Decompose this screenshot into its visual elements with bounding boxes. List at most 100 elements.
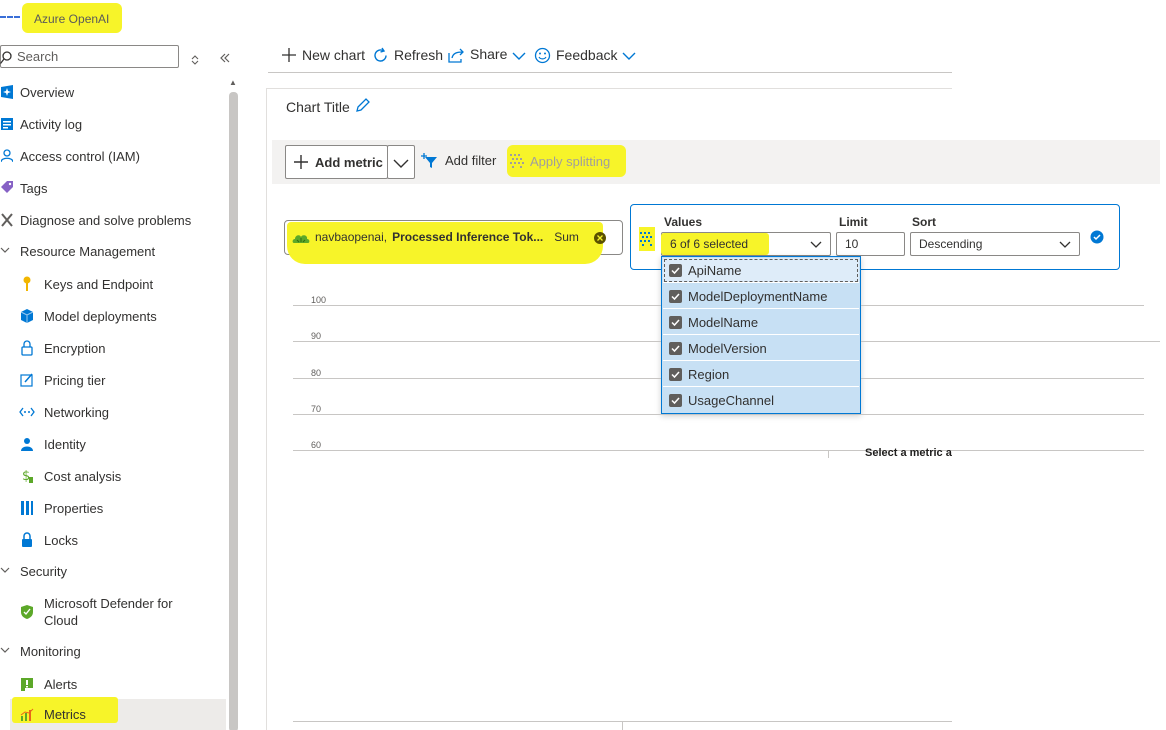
properties-icon [18, 499, 36, 517]
chevron-down-icon [1059, 237, 1071, 251]
sidebar-item-diagnose[interactable]: Diagnose and solve problems [0, 205, 191, 235]
dropdown-option[interactable]: ApiName [663, 258, 859, 283]
splitting-icon [509, 153, 525, 170]
sidebar-item-overview[interactable]: Overview [0, 77, 74, 107]
breadcrumb-dash [0, 16, 20, 18]
sidebar-item-properties[interactable]: Properties [18, 493, 103, 523]
chevron-down-icon [622, 47, 636, 63]
dropdown-option[interactable]: ModelName [663, 310, 859, 335]
sidebar-item-label: Encryption [44, 340, 106, 356]
sidebar-item-activity-log[interactable]: Activity log [0, 109, 82, 139]
alert-icon [18, 675, 36, 693]
add-metric-dropdown[interactable] [387, 145, 415, 179]
search-icon [0, 49, 12, 65]
scroll-up-icon[interactable]: ▲ [229, 78, 237, 87]
sidebar-item-label: Diagnose and solve problems [20, 212, 192, 228]
share-button[interactable]: Share [448, 46, 526, 63]
sidebar-item-encryption[interactable]: Encryption [18, 333, 105, 363]
sidebar-item-label: Identity [44, 436, 86, 452]
collapse-sidebar-icon[interactable] [219, 49, 231, 64]
y-tick-label: 100 [311, 295, 327, 305]
edit-square-icon [18, 371, 36, 389]
sidebar-group-resource-management[interactable]: Resource Management [0, 236, 155, 266]
add-filter-button[interactable]: Add filter [421, 152, 496, 169]
checkbox-checked-icon[interactable] [669, 263, 682, 277]
overview-icon [0, 83, 14, 101]
chevron-down-icon [0, 245, 14, 257]
checkbox-checked-icon[interactable] [669, 394, 682, 407]
sidebar-group-monitoring[interactable]: Monitoring [0, 636, 81, 666]
cube-icon [18, 307, 36, 325]
add-metric-label: Add metric [315, 154, 383, 170]
feedback-button[interactable]: Feedback [534, 46, 636, 64]
filter-icon [421, 152, 439, 169]
checkbox-checked-icon[interactable] [669, 367, 682, 381]
search-input[interactable]: Search [0, 45, 179, 68]
apply-check-icon[interactable] [1090, 228, 1104, 244]
metrics-icon [18, 706, 36, 724]
sidebar-item-cost-analysis[interactable]: $ Cost analysis [18, 461, 121, 491]
sidebar-scrollbar[interactable] [229, 92, 238, 730]
sort-value: Descending [919, 237, 983, 251]
sidebar-item-identity[interactable]: Identity [18, 429, 86, 459]
remove-metric-icon[interactable] [593, 230, 606, 245]
sidebar-item-model-deployments[interactable]: Model deployments [18, 301, 157, 331]
dropdown-option[interactable]: UsageChannel [663, 388, 859, 413]
sidebar-group-label: Monitoring [20, 643, 81, 659]
chevron-down-icon [393, 155, 409, 170]
option-label: ModelDeploymentName [688, 288, 828, 304]
gridline [861, 378, 1144, 379]
sidebar-item-metrics[interactable]: Metrics [10, 697, 226, 730]
sort-select[interactable]: Descending [910, 232, 1080, 256]
option-label: ModelName [688, 314, 759, 330]
dropdown-option[interactable]: ModelDeploymentName [663, 284, 859, 309]
sidebar-item-pricing-tier[interactable]: Pricing tier [18, 365, 105, 395]
sidebar-item-keys-endpoint[interactable]: Keys and Endpoint [18, 269, 153, 299]
gridline [293, 305, 661, 306]
y-tick-label: 80 [311, 368, 322, 378]
sidebar-item-label: Microsoft Defender for [44, 596, 173, 611]
pencil-icon[interactable] [354, 97, 371, 114]
plus-icon [293, 154, 309, 171]
sidebar-item-networking[interactable]: Networking [18, 397, 109, 427]
sort-icon[interactable] [190, 51, 200, 66]
option-label: ApiName [688, 262, 742, 278]
toolbar-divider [268, 72, 952, 73]
sidebar-group-security[interactable]: Security [0, 556, 67, 586]
metric-name-label: Processed Inference Tok... [392, 230, 544, 245]
dropdown-option[interactable]: Region [663, 362, 859, 387]
limit-input[interactable]: 10 [836, 232, 905, 256]
metric-pill-content[interactable]: navbaopenai, Processed Inference Tok... … [292, 230, 606, 245]
y-tick-label: 70 [311, 404, 322, 414]
sidebar-item-label: Model deployments [44, 308, 157, 324]
checkbox-checked-icon[interactable] [669, 315, 682, 329]
sidebar-item-label: Access control (IAM) [20, 148, 140, 164]
new-chart-button[interactable]: New chart [281, 46, 365, 63]
sidebar-item-label-line2: Cloud [44, 613, 78, 628]
sidebar-item-label: Tags [20, 180, 48, 196]
sidebar-item-alerts[interactable]: Alerts [18, 669, 77, 699]
checkbox-checked-icon[interactable] [669, 289, 682, 303]
chevron-down-icon [810, 237, 822, 251]
share-icon [448, 46, 465, 63]
values-select-text: 6 of 6 selected [670, 237, 749, 251]
checkbox-checked-icon[interactable] [669, 341, 682, 355]
values-dropdown: ApiName ModelDeploymentName ModelName Mo… [661, 256, 861, 414]
add-filter-label: Add filter [445, 152, 497, 168]
chart-baseline-tick [622, 721, 623, 730]
add-metric-button[interactable]: Add metric [285, 145, 388, 179]
refresh-button[interactable]: Refresh [372, 46, 443, 64]
apply-splitting-button[interactable]: Apply splitting [507, 145, 626, 177]
sidebar-item-iam[interactable]: Access control (IAM) [0, 141, 140, 171]
resource-title: Azure OpenAI [22, 3, 122, 33]
sidebar-item-locks[interactable]: Locks [18, 525, 78, 555]
network-icon [18, 403, 36, 421]
y-tick-label: 90 [311, 331, 322, 341]
y-tick-label: 60 [311, 440, 322, 450]
sidebar-group-label: Resource Management [20, 243, 156, 259]
sidebar-item-label: Cost analysis [44, 468, 122, 484]
sidebar-item-tags[interactable]: Tags [0, 173, 47, 203]
dropdown-option[interactable]: ModelVersion [663, 336, 859, 361]
sidebar-item-defender[interactable]: Microsoft Defender for Cloud [18, 594, 173, 630]
option-label: ModelVersion [688, 340, 767, 356]
